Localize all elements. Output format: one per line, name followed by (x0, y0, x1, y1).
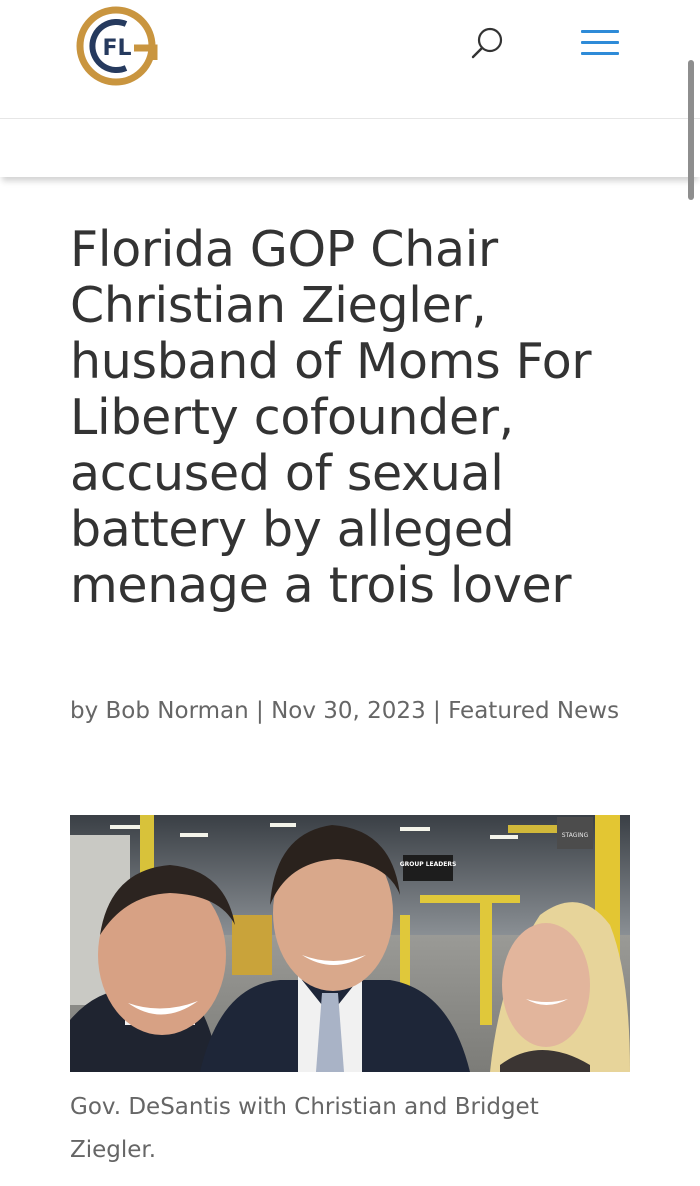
article-photo[interactable]: GROUP LEADERS STAGING (70, 815, 630, 1072)
meta-separator: | (425, 698, 449, 724)
article-title: Florida GOP Chair Christian Ziegler, hus… (70, 221, 592, 614)
site-header: FL (0, 0, 700, 119)
secondary-nav-bar (0, 119, 700, 177)
sign-group-leaders: GROUP LEADERS (400, 861, 457, 868)
byline-prefix: by (70, 698, 106, 724)
photo-caption: Gov. DeSantis with Christian and Bridget… (70, 1094, 539, 1163)
sign-staging: STAGING (562, 832, 589, 839)
article-meta: by Bob Norman | Nov 30, 2023 | Featured … (70, 690, 630, 733)
publish-date: Nov 30, 2023 (271, 698, 426, 724)
search-icon[interactable] (468, 24, 508, 64)
logo-mark: FL (76, 6, 158, 86)
photo-illustration: GROUP LEADERS STAGING (70, 815, 630, 1072)
hamburger-menu-icon[interactable] (580, 28, 620, 58)
site-logo[interactable]: FL (74, 4, 160, 88)
category-link[interactable]: Featured News (448, 698, 619, 724)
logo-text: FL (102, 36, 131, 61)
meta-separator: | (248, 698, 272, 724)
author-link[interactable]: Bob Norman (106, 698, 249, 724)
page-scrollbar[interactable] (688, 60, 694, 200)
